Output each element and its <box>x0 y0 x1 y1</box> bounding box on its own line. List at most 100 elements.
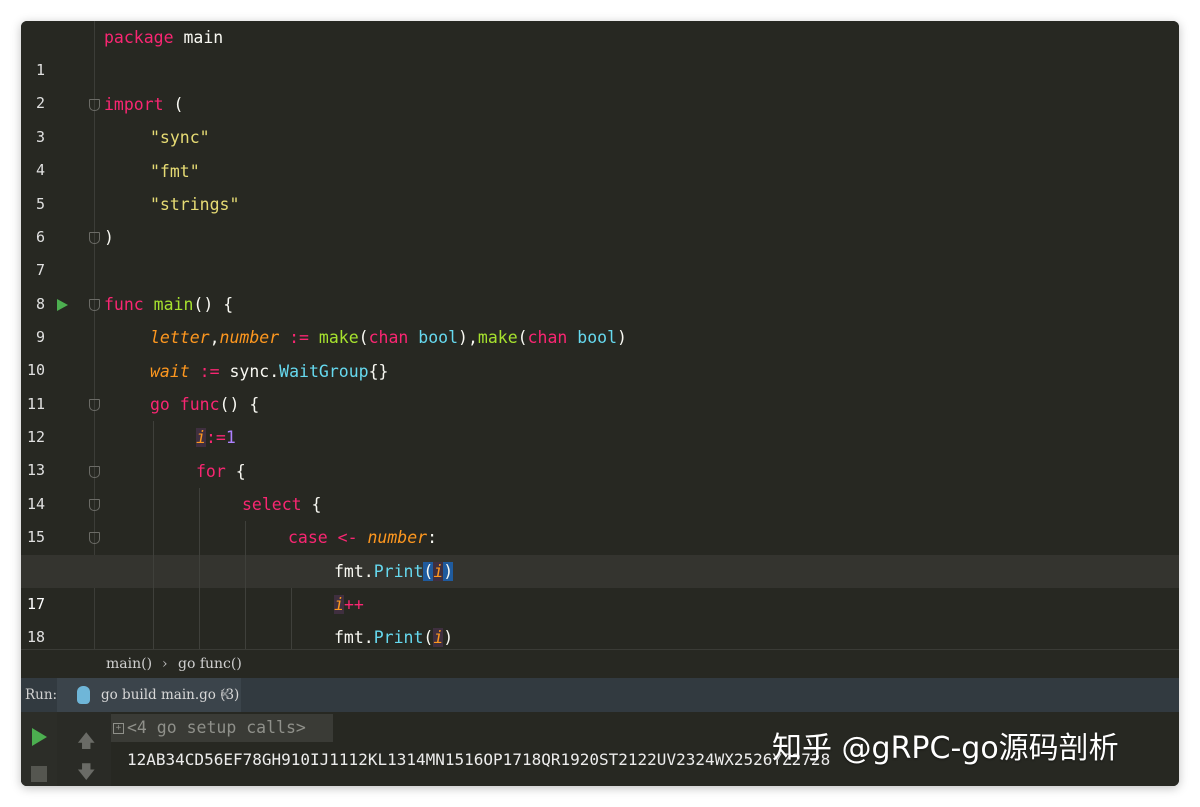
punct: () { <box>219 395 260 414</box>
code-line-18[interactable]: 18 i++ <box>21 588 1179 646</box>
watermark: 知乎 @gRPC-go源码剖析 <box>772 731 1119 766</box>
expand-icon[interactable]: + <box>113 723 124 734</box>
package-ref: sync. <box>229 362 280 381</box>
arrow-up-icon[interactable]: 🡅 <box>77 729 96 759</box>
fold-icon[interactable] <box>89 466 100 478</box>
code-line-9[interactable]: 9 func main() { <box>21 288 1179 346</box>
close-icon[interactable]: ✕ <box>219 678 231 712</box>
paren: ( <box>163 95 184 114</box>
keyword: case <box>288 528 328 547</box>
variable: number <box>219 328 280 347</box>
keyword: chan <box>527 328 568 347</box>
builtin: make <box>477 328 518 347</box>
variable: number <box>367 528 428 547</box>
punct: ( <box>423 628 434 647</box>
fold-icon[interactable] <box>89 299 100 311</box>
indent-guide <box>245 521 246 649</box>
type: bool <box>567 328 617 347</box>
code-line-2[interactable]: 2 <box>21 54 1179 112</box>
punct: {} <box>368 362 389 381</box>
code-line-14[interactable]: 14 for { <box>21 455 1179 513</box>
variable: i <box>334 595 344 614</box>
keyword: for <box>196 462 226 481</box>
indent-guide <box>199 488 200 649</box>
operator: := <box>189 362 230 381</box>
punct: { <box>225 462 246 481</box>
code-editor[interactable]: 1 package main 2 3 import ( 4 "sync" 5 "… <box>21 21 1179 649</box>
keyword: func <box>169 395 220 414</box>
code-line-8[interactable]: 8 <box>21 255 1179 313</box>
code-line-17[interactable]: 17 fmt.Print(i) <box>21 555 1179 613</box>
code-line-16[interactable]: 16 case <- number: <box>21 521 1179 579</box>
arrow-down-icon[interactable]: 🡇 <box>77 760 96 786</box>
breadcrumb-item-main[interactable]: main() <box>106 650 152 678</box>
keyword: import <box>104 95 164 114</box>
punct: () { <box>193 295 234 314</box>
fold-icon[interactable] <box>89 99 100 111</box>
ide-window: 1 package main 2 3 import ( 4 "sync" 5 "… <box>21 21 1179 786</box>
fold-icon[interactable] <box>89 532 100 544</box>
keyword: func <box>104 295 144 314</box>
code-line-3[interactable]: 3 import ( <box>21 88 1179 146</box>
keyword: select <box>242 495 302 514</box>
collapsed-setup-calls[interactable]: + <4 go setup calls> <box>111 714 333 742</box>
punct: : <box>427 528 438 547</box>
punct: ) <box>617 328 627 347</box>
method: Print <box>373 562 424 581</box>
keyword: chan <box>368 328 409 347</box>
fold-icon[interactable] <box>89 232 100 244</box>
variable: i <box>433 628 444 647</box>
number-literal: 1 <box>225 428 236 447</box>
code-line-19[interactable]: 19 fmt.Print(i) <box>21 621 1179 649</box>
string-literal: "fmt" <box>150 162 200 181</box>
run-label: Run: <box>25 687 58 703</box>
stop-icon[interactable] <box>31 766 47 782</box>
breadcrumb-item-go-func[interactable]: go func() <box>178 650 242 678</box>
operator: := <box>205 428 226 447</box>
fold-icon[interactable] <box>89 399 100 411</box>
operator: <- <box>327 528 368 547</box>
rerun-icon[interactable] <box>32 728 47 746</box>
run-tab[interactable]: go build main.go (3) ✕ <box>57 678 241 712</box>
breadcrumb-separator: › <box>162 656 168 672</box>
console-output: 12AB34CD56EF78GH910IJ1112KL1314MN1516OP1… <box>127 750 831 769</box>
code-line-4[interactable]: 4 "sync" <box>21 121 1179 179</box>
package-name: main <box>173 28 224 47</box>
bracket-match: ( <box>423 562 434 581</box>
variable: letter <box>150 328 210 347</box>
bracket-match: ) <box>443 562 454 581</box>
package-ref: fmt. <box>334 628 374 647</box>
console-toolbar-left <box>21 712 57 786</box>
code-line-6[interactable]: 6 "strings" <box>21 188 1179 246</box>
code-line-11[interactable]: 11 wait := sync.WaitGroup{} <box>21 355 1179 413</box>
code-line-5[interactable]: 5 "fmt" <box>21 155 1179 213</box>
package-ref: fmt. <box>334 562 374 581</box>
indent-guide <box>291 588 292 649</box>
punct: ( <box>358 328 369 347</box>
punct: { <box>301 495 322 514</box>
operator: ++ <box>343 595 364 614</box>
gopher-icon <box>77 686 90 704</box>
string-literal: "strings" <box>150 195 240 214</box>
function-name: main <box>143 295 194 314</box>
code-line-10[interactable]: 10 letter,number := make(chan bool),make… <box>21 321 1179 379</box>
punct: ), <box>458 328 478 347</box>
breadcrumb: main() › go func() <box>21 649 1179 678</box>
keyword: go <box>150 395 170 414</box>
indent-guide <box>153 421 154 649</box>
punct: , <box>209 328 220 347</box>
code-line-15[interactable]: 15 select { <box>21 488 1179 546</box>
type: bool <box>408 328 459 347</box>
type: WaitGroup <box>279 362 369 381</box>
builtin: make <box>318 328 359 347</box>
code-line-1[interactable]: 1 package main <box>21 21 1179 79</box>
punct: ) <box>443 628 454 647</box>
method: Print <box>373 628 424 647</box>
code-line-12[interactable]: 12 go func() { <box>21 388 1179 446</box>
code-line-13[interactable]: 13 i:=1 <box>21 421 1179 479</box>
code-line-7[interactable]: 7 ) <box>21 221 1179 279</box>
keyword: package <box>104 28 174 47</box>
fold-icon[interactable] <box>89 499 100 511</box>
run-gutter-icon[interactable] <box>57 299 68 311</box>
string-literal: "sync" <box>150 128 210 147</box>
